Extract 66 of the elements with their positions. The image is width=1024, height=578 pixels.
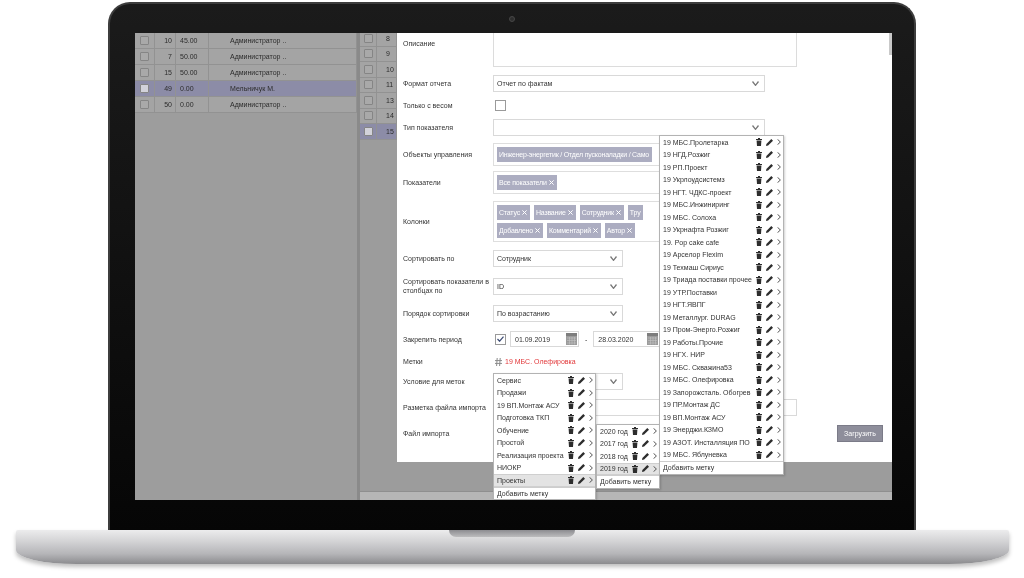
trash-icon[interactable]: [632, 439, 638, 448]
trash-icon[interactable]: [632, 427, 638, 436]
trash-icon[interactable]: [756, 413, 762, 422]
row-checkbox[interactable]: [363, 111, 373, 121]
trash-icon[interactable]: [756, 225, 762, 234]
trash-icon[interactable]: [756, 338, 762, 347]
trash-icon[interactable]: [756, 238, 762, 247]
calendar-icon[interactable]: [647, 333, 659, 345]
trash-icon[interactable]: [568, 388, 574, 397]
text-area-field[interactable]: [493, 33, 797, 67]
trash-icon[interactable]: [568, 401, 574, 410]
trash-icon[interactable]: [756, 213, 762, 222]
row-checkbox[interactable]: [363, 126, 373, 136]
trash-icon[interactable]: [568, 426, 574, 435]
row-checkbox[interactable]: [140, 84, 149, 93]
trash-icon[interactable]: [568, 376, 574, 385]
trash-icon[interactable]: [632, 464, 638, 473]
trash-icon[interactable]: [756, 163, 762, 172]
chevron-down-icon: [610, 379, 617, 384]
checkmark-icon: [497, 336, 504, 342]
trash-icon[interactable]: [756, 275, 762, 284]
chevron-down-icon: [752, 125, 759, 130]
trash-icon[interactable]: [756, 263, 762, 272]
row-checkbox[interactable]: [363, 80, 373, 90]
trash-icon[interactable]: [756, 288, 762, 297]
trash-icon[interactable]: [756, 325, 762, 334]
row-checkbox[interactable]: [140, 36, 149, 45]
chevron-down-icon: [610, 311, 617, 316]
select-field[interactable]: [493, 119, 765, 136]
row-checkbox[interactable]: [363, 64, 373, 74]
row-checkbox[interactable]: [363, 33, 373, 43]
trash-icon[interactable]: [756, 138, 762, 147]
trash-icon[interactable]: [756, 313, 762, 322]
trash-icon[interactable]: [568, 476, 574, 485]
row-checkbox[interactable]: [140, 68, 149, 77]
trash-icon[interactable]: [756, 250, 762, 259]
trash-icon[interactable]: [756, 363, 762, 372]
scrollbar-thumb[interactable]: [889, 33, 892, 55]
trash-icon[interactable]: [568, 463, 574, 472]
trash-icon[interactable]: [756, 175, 762, 184]
camera-icon: [509, 16, 515, 22]
row-checkbox[interactable]: [363, 49, 373, 59]
checkbox[interactable]: [495, 333, 506, 345]
trash-icon[interactable]: [756, 388, 762, 397]
trash-icon[interactable]: [632, 452, 638, 461]
trash-icon[interactable]: [756, 400, 762, 409]
checkbox[interactable]: [495, 100, 506, 111]
row-checkbox[interactable]: [140, 100, 149, 109]
trash-icon[interactable]: [756, 200, 762, 209]
row-checkbox[interactable]: [363, 95, 373, 105]
trash-icon[interactable]: [756, 438, 762, 447]
chevron-down-icon: [610, 256, 617, 261]
trash-icon[interactable]: [568, 438, 574, 447]
trash-icon[interactable]: [568, 413, 574, 422]
trash-icon[interactable]: [756, 450, 762, 459]
chevron-down-icon: [610, 283, 617, 289]
trash-icon[interactable]: [756, 350, 762, 359]
trash-icon[interactable]: [756, 188, 762, 197]
hash-icon: [495, 357, 502, 366]
trash-icon[interactable]: [568, 451, 574, 460]
trash-icon[interactable]: [756, 375, 762, 384]
trash-icon[interactable]: [756, 425, 762, 434]
trash-icon[interactable]: [756, 300, 762, 309]
trash-icon[interactable]: [756, 150, 762, 159]
chevron-down-icon: [752, 81, 759, 86]
row-checkbox[interactable]: [140, 52, 149, 61]
